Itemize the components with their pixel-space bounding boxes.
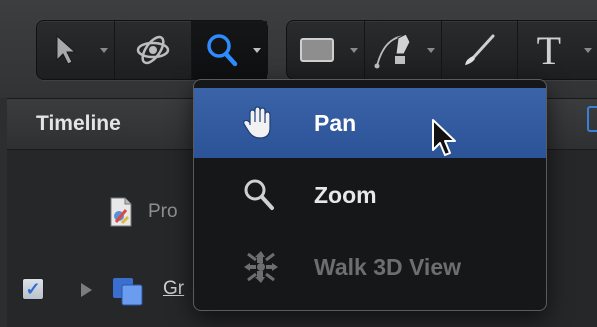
chevron-down-icon[interactable] xyxy=(253,48,262,53)
group-label[interactable]: Gr xyxy=(163,278,184,300)
text-tool-glyph: T xyxy=(536,27,562,73)
zoom-tool[interactable] xyxy=(191,21,268,79)
menu-item-pan[interactable]: Pan xyxy=(194,88,546,158)
project-row[interactable]: Pro xyxy=(108,196,178,228)
text-tool[interactable]: T xyxy=(518,21,597,79)
chevron-down-icon[interactable] xyxy=(350,48,359,53)
group-enable-checkbox[interactable]: ✓ xyxy=(22,278,44,300)
magnifier-icon xyxy=(244,179,274,210)
pen-nib-icon xyxy=(374,33,411,69)
menu-icon-slot xyxy=(242,105,306,141)
zoom-tool-menu: Pan Zoom Walk 3D View xyxy=(193,79,547,311)
paint-stroke-tool[interactable] xyxy=(442,21,518,79)
mouse-cursor-icon xyxy=(432,119,456,156)
menu-icon-slot xyxy=(242,249,306,285)
group-layers-icon xyxy=(113,278,143,306)
chevron-down-icon[interactable] xyxy=(426,48,435,53)
3d-orbit-tool[interactable] xyxy=(115,21,192,79)
tool-group-navigation xyxy=(36,20,268,80)
menu-item-label: Pan xyxy=(314,109,357,136)
arrow-pointer-icon xyxy=(56,34,76,65)
timeline-toggle-button[interactable] xyxy=(587,106,597,132)
tool-group-drawing: T xyxy=(286,20,597,80)
magnifier-icon xyxy=(207,34,238,67)
menu-item-walk-3d-view: Walk 3D View xyxy=(194,232,546,302)
bezier-pen-tool[interactable] xyxy=(365,21,442,79)
disclosure-triangle-icon[interactable] xyxy=(81,283,92,297)
rectangle-icon xyxy=(299,38,334,62)
menu-icon-slot xyxy=(242,177,306,213)
walk-3d-icon xyxy=(244,251,278,283)
rectangle-shape-tool[interactable] xyxy=(287,21,366,79)
paintbrush-icon xyxy=(465,34,495,65)
select-arrow-tool[interactable] xyxy=(37,21,116,79)
project-label: Pro xyxy=(148,201,178,222)
project-document-icon xyxy=(110,197,132,227)
menu-item-zoom[interactable]: Zoom xyxy=(194,160,546,230)
chevron-down-icon[interactable] xyxy=(584,48,592,53)
chevron-down-icon[interactable] xyxy=(100,48,109,53)
menu-item-label: Walk 3D View xyxy=(314,253,462,280)
hand-icon xyxy=(243,106,271,139)
orbit-icon xyxy=(136,35,170,65)
timeline-tab[interactable]: Timeline xyxy=(36,112,121,136)
menu-item-label: Zoom xyxy=(314,181,377,208)
